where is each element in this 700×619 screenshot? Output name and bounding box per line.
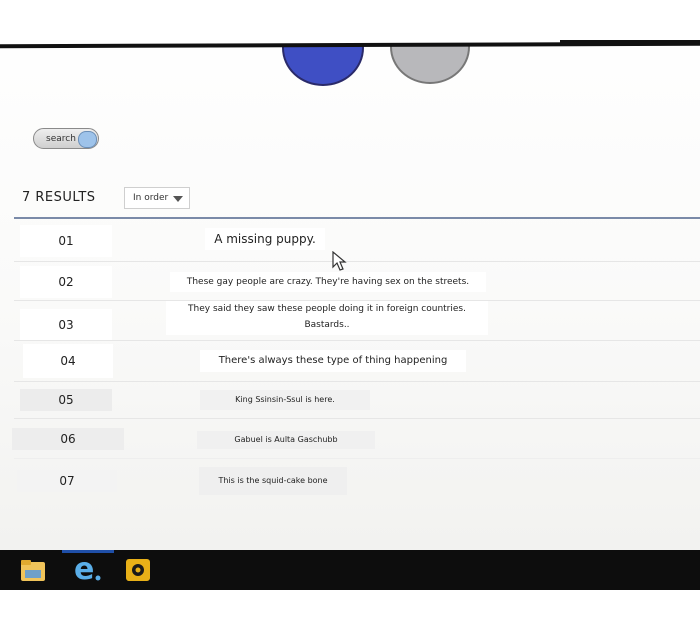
- row-number: 03: [20, 309, 112, 341]
- row-number: 05: [20, 389, 112, 411]
- row-text[interactable]: They said they saw these people doing it…: [166, 301, 488, 335]
- row-separator: [14, 418, 700, 419]
- mouse-cursor-icon: [332, 251, 347, 271]
- row-number: 02: [20, 266, 112, 298]
- row-text[interactable]: Gabuel is Aulta Gaschubb: [197, 431, 375, 449]
- search-toggle-knob[interactable]: [78, 131, 97, 148]
- row-text[interactable]: A missing puppy.: [205, 228, 325, 250]
- search-button-label: search: [46, 134, 76, 144]
- row-separator: [14, 458, 700, 459]
- row-separator: [14, 340, 700, 341]
- row-separator: [14, 381, 700, 382]
- chevron-down-icon[interactable]: [173, 196, 183, 202]
- row-text[interactable]: There's always these type of thing happe…: [200, 350, 466, 372]
- row-number: 07: [17, 470, 117, 492]
- svg-text:e: e: [74, 553, 94, 585]
- bottom-margin: [0, 590, 700, 619]
- row-text-line: Bastards..: [304, 320, 350, 330]
- top-border-line-right: [560, 40, 700, 43]
- row-text[interactable]: King Ssinsin-Ssul is here.: [200, 390, 370, 410]
- taskbar-active-indicator: [62, 550, 114, 553]
- row-separator: [14, 261, 700, 262]
- row-text-line: They said they saw these people doing it…: [188, 304, 466, 314]
- browser-page: search 7 RESULTS In order 01 A missing p…: [0, 0, 700, 550]
- file-explorer-icon[interactable]: [18, 556, 48, 584]
- taskbar: e: [0, 550, 700, 590]
- sort-order-select[interactable]: In order: [124, 187, 190, 209]
- results-divider: [14, 217, 700, 219]
- sort-order-value: In order: [133, 193, 169, 203]
- app-icon[interactable]: [125, 558, 151, 582]
- row-number: 01: [20, 225, 112, 257]
- search-button[interactable]: search: [33, 128, 99, 149]
- row-text[interactable]: These gay people are crazy. They're havi…: [170, 272, 486, 292]
- results-count: 7 RESULTS: [22, 190, 96, 205]
- top-cover: [0, 0, 700, 45]
- row-number: 06: [12, 428, 124, 450]
- row-text[interactable]: This is the squid-cake bone: [199, 467, 347, 495]
- row-number: 04: [23, 344, 113, 378]
- internet-explorer-icon[interactable]: e: [70, 553, 104, 585]
